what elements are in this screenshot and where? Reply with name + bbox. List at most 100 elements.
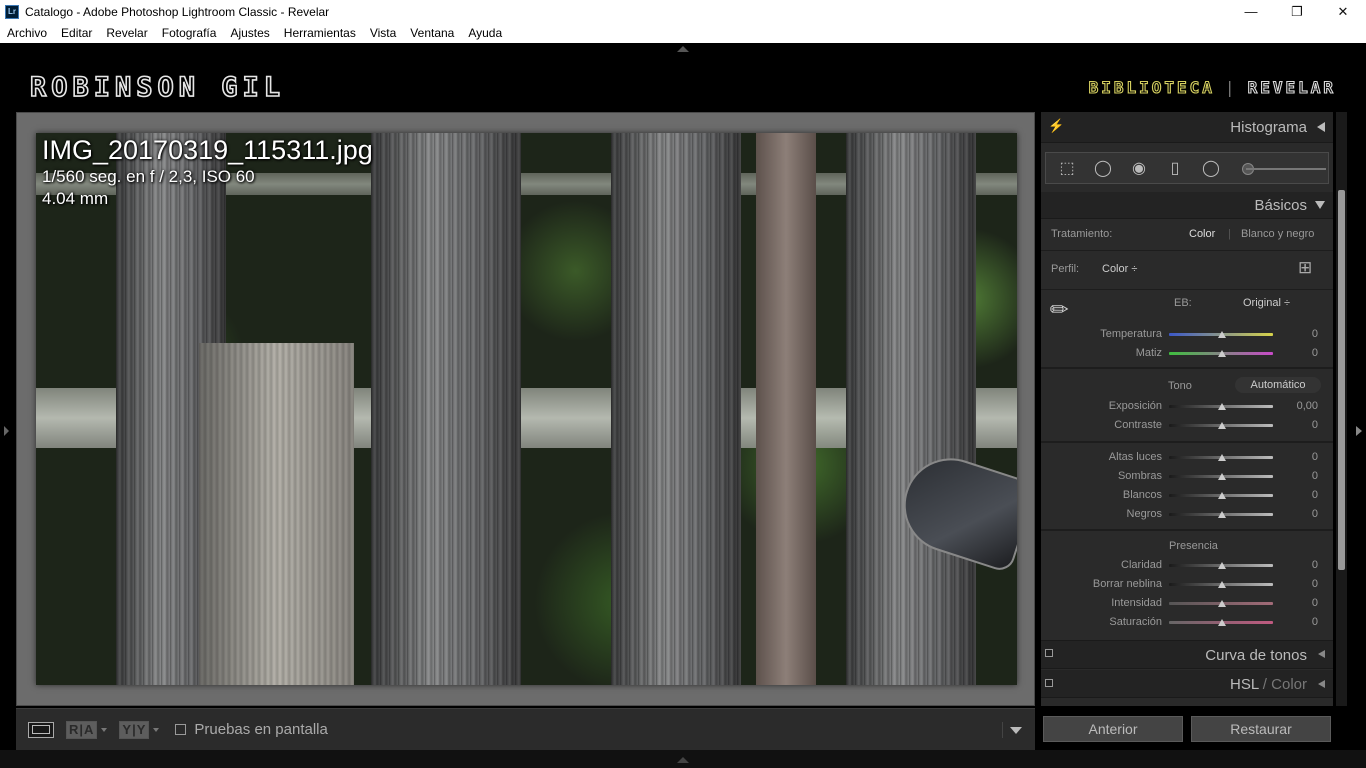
reset-button[interactable]: Restaurar <box>1191 716 1331 742</box>
right-panel-toggle-icon[interactable] <box>1356 426 1362 436</box>
red-eye-tool-icon[interactable]: ◉ <box>1128 158 1150 178</box>
saturation-slider-knob[interactable] <box>1218 619 1226 626</box>
menu-bar: Archivo Editar Revelar Fotografía Ajuste… <box>0 23 1366 43</box>
contrast-slider-knob[interactable] <box>1218 422 1226 429</box>
menu-fotografia[interactable]: Fotografía <box>155 26 224 40</box>
right-panel: ⚡ Histograma ⬚ ◯ ◉ ▯ ◯ Básicos Tratamien… <box>1041 112 1333 706</box>
photo-plank-light <box>199 343 354 685</box>
tint-value[interactable]: 0 <box>1312 347 1318 359</box>
menu-ajustes[interactable]: Ajustes <box>223 26 276 40</box>
dehaze-slider-knob[interactable] <box>1218 581 1226 588</box>
menu-herramientas[interactable]: Herramientas <box>277 26 363 40</box>
brush-size-slider[interactable] <box>1246 168 1326 170</box>
shadows-value[interactable]: 0 <box>1312 470 1318 482</box>
before-after-dropdown-icon[interactable] <box>101 727 108 732</box>
basics-header[interactable]: Básicos <box>1041 192 1333 219</box>
temperature-value[interactable]: 0 <box>1312 328 1318 340</box>
saturation-value[interactable]: 0 <box>1312 616 1318 628</box>
window-controls: — ❐ ✕ <box>1228 0 1366 23</box>
hsl-title-hsl[interactable]: HSL <box>1230 676 1259 693</box>
divider <box>1041 367 1333 369</box>
before-after-swap-button[interactable]: Y|Y <box>119 720 150 739</box>
panel-scrollbar[interactable] <box>1338 190 1345 570</box>
toolbar-menu-button[interactable] <box>1002 722 1029 738</box>
blacks-slider-knob[interactable] <box>1218 511 1226 518</box>
photo-focal-length: 4.04 mm <box>42 189 109 208</box>
photo-filename: IMG_20170319_115311.jpg <box>42 135 373 165</box>
crop-tool-icon[interactable]: ⬚ <box>1056 158 1078 178</box>
photo-plank <box>371 133 521 685</box>
menu-vista[interactable]: Vista <box>363 26 403 40</box>
tone-curve-toggle[interactable] <box>1045 649 1053 657</box>
collapse-down-icon[interactable] <box>1315 201 1325 209</box>
loupe-view-button[interactable] <box>28 721 54 738</box>
whites-slider-knob[interactable] <box>1218 492 1226 499</box>
vibrance-slider-knob[interactable] <box>1218 600 1226 607</box>
window-titlebar: Lr Catalogo - Adobe Photoshop Lightroom … <box>0 0 1366 23</box>
photo-preview[interactable] <box>36 133 1017 685</box>
profile-dropdown[interactable]: Color ÷ <box>1102 263 1137 275</box>
expand-left-icon[interactable] <box>1318 650 1325 658</box>
menu-ventana[interactable]: Ventana <box>403 26 461 40</box>
menu-ayuda[interactable]: Ayuda <box>461 26 509 40</box>
previous-button[interactable]: Anterior <box>1043 716 1183 742</box>
spot-removal-tool-icon[interactable]: ◯ <box>1092 158 1114 178</box>
treatment-bw-option[interactable]: Blanco y negro <box>1241 228 1314 240</box>
clarity-slider-knob[interactable] <box>1218 562 1226 569</box>
histogram-header[interactable]: ⚡ Histograma <box>1041 112 1333 143</box>
tone-curve-header[interactable]: Curva de tonos <box>1041 640 1333 669</box>
close-button[interactable]: ✕ <box>1320 0 1366 23</box>
top-panel-toggle-icon[interactable] <box>677 46 689 52</box>
shadows-slider-knob[interactable] <box>1218 473 1226 480</box>
dehaze-value[interactable]: 0 <box>1312 578 1318 590</box>
treatment-color-option[interactable]: Color <box>1189 228 1215 240</box>
wb-dropdown[interactable]: Original ÷ <box>1243 297 1290 309</box>
menu-revelar[interactable]: Revelar <box>99 26 154 40</box>
contrast-value[interactable]: 0 <box>1312 419 1318 431</box>
hsl-toggle[interactable] <box>1045 679 1053 687</box>
blacks-value[interactable]: 0 <box>1312 508 1318 520</box>
module-picker: BIBLIOTECA | REVELAR <box>1088 77 1336 97</box>
clarity-value[interactable]: 0 <box>1312 559 1318 571</box>
left-panel-toggle-icon[interactable] <box>4 426 9 436</box>
radial-filter-tool-icon[interactable]: ◯ <box>1200 158 1222 178</box>
vibrance-label: Intensidad <box>1111 597 1162 609</box>
before-after-button[interactable]: R|A <box>66 720 98 739</box>
photo-info-overlay: IMG_20170319_115311.jpg 1/560 seg. en f … <box>42 134 373 210</box>
tint-slider-knob[interactable] <box>1218 350 1226 357</box>
highlights-slider-knob[interactable] <box>1218 454 1226 461</box>
module-revelar[interactable]: REVELAR <box>1247 77 1336 97</box>
treatment-separator: | <box>1228 228 1231 240</box>
flash-icon[interactable]: ⚡ <box>1048 118 1064 134</box>
hsl-header[interactable]: HSL / Color <box>1041 670 1333 698</box>
exposure-label: Exposición <box>1108 400 1162 412</box>
exposure-value[interactable]: 0,00 <box>1297 400 1318 412</box>
soft-proof-label: Pruebas en pantalla <box>194 721 328 738</box>
profile-browser-grid-icon[interactable]: ⊞ <box>1298 259 1312 276</box>
auto-tone-button[interactable]: Automático <box>1235 377 1321 393</box>
wb-eyedropper-icon[interactable]: ✎ <box>1044 286 1088 330</box>
photo-plank <box>611 133 741 685</box>
clarity-label: Claridad <box>1121 559 1162 571</box>
wb-label: EB: <box>1174 297 1192 309</box>
bottom-panel-toggle-icon[interactable] <box>677 757 689 763</box>
soft-proof-checkbox[interactable] <box>175 724 187 735</box>
menu-archivo[interactable]: Archivo <box>0 26 54 40</box>
vibrance-value[interactable]: 0 <box>1312 597 1318 609</box>
module-biblioteca[interactable]: BIBLIOTECA <box>1088 77 1215 97</box>
temperature-slider-knob[interactable] <box>1218 331 1226 338</box>
hsl-title-color[interactable]: Color <box>1271 676 1307 693</box>
chevron-down-icon <box>1010 726 1022 734</box>
minimize-button[interactable]: — <box>1228 0 1274 23</box>
collapse-left-icon[interactable] <box>1317 122 1325 132</box>
treatment-label: Tratamiento: <box>1051 228 1113 240</box>
menu-editar[interactable]: Editar <box>54 26 99 40</box>
profile-row: Perfil: Color ÷ ⊞ <box>1041 251 1333 290</box>
highlights-value[interactable]: 0 <box>1312 451 1318 463</box>
maximize-button[interactable]: ❐ <box>1274 0 1320 23</box>
graduated-filter-tool-icon[interactable]: ▯ <box>1164 158 1186 178</box>
exposure-slider-knob[interactable] <box>1218 403 1226 410</box>
whites-value[interactable]: 0 <box>1312 489 1318 501</box>
before-after-swap-dropdown-icon[interactable] <box>153 727 160 732</box>
expand-left-icon[interactable] <box>1318 680 1325 688</box>
